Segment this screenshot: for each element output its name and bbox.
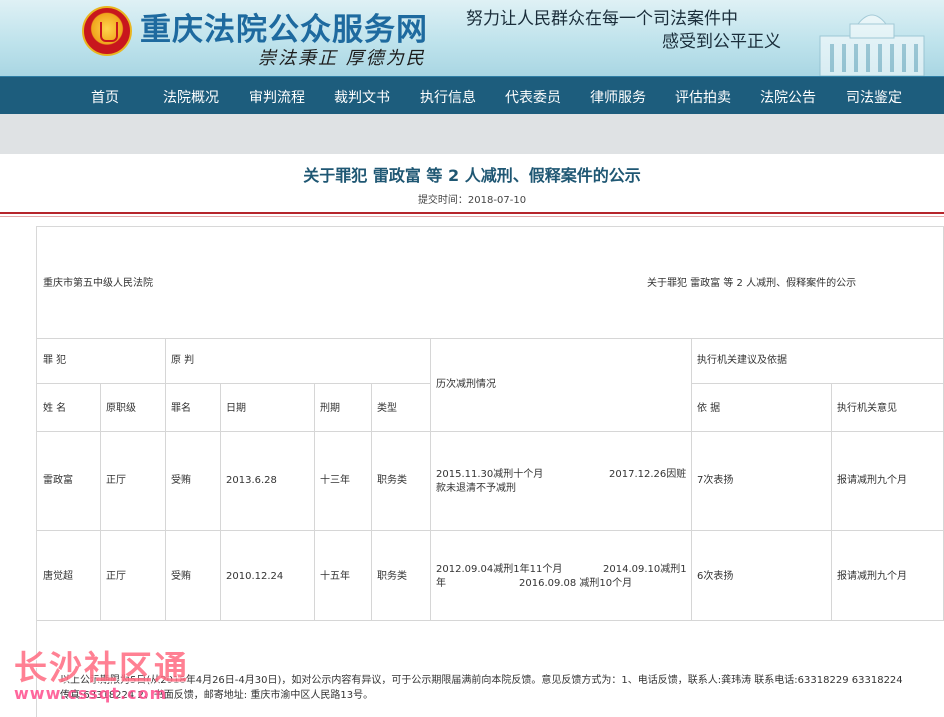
row1-history-c: 款未退清不予减刑 — [436, 483, 516, 494]
site-motto: 崇法秉正 厚德为民 — [258, 48, 426, 69]
col-type: 类型 — [377, 403, 397, 414]
table-rule — [37, 338, 944, 339]
nav-item-lawyer-service[interactable]: 律师服务 — [590, 87, 646, 107]
court-name: 重庆市第五中级人民法院 — [43, 278, 153, 289]
nav-item-execution-info[interactable]: 执行信息 — [420, 87, 476, 107]
site-banner: 重庆法院公众服务网 崇法秉正 厚德为民 努力让人民群众在每一个司法案件中 感受到… — [0, 0, 944, 76]
page: 重庆法院公众服务网 崇法秉正 厚德为民 努力让人民群众在每一个司法案件中 感受到… — [0, 0, 944, 717]
row2-type: 职务类 — [377, 571, 407, 582]
row2-history-b: 2014.09.10减刑1 — [603, 564, 687, 575]
row1-term: 十三年 — [320, 475, 350, 486]
col-basis: 依 据 — [697, 403, 721, 414]
header-agency: 执行机关建议及依据 — [697, 355, 787, 366]
row1-date: 2013.6.28 — [226, 475, 277, 486]
nav-item-home[interactable]: 首页 — [91, 87, 119, 107]
nav-item-representatives[interactable]: 代表委员 — [505, 87, 561, 107]
header-original-sentence: 原 判 — [171, 355, 195, 366]
watermark-logo: 长沙社区通 — [14, 648, 189, 687]
col-name: 姓 名 — [43, 403, 67, 414]
row1-history-a: 2015.11.30减刑十个月 — [436, 469, 544, 480]
slogan-line2: 感受到公平正义 — [662, 32, 781, 52]
court-emblem-icon — [82, 6, 132, 56]
table-rule — [691, 383, 944, 384]
table-rule — [220, 383, 221, 620]
table-rule — [691, 338, 692, 620]
table-rule — [37, 620, 944, 621]
row1-history-b: 2017.12.26因赃 — [609, 469, 687, 480]
nav-item-trial-process[interactable]: 审判流程 — [249, 87, 305, 107]
title-divider-thin — [0, 216, 944, 217]
row2-rank: 正厅 — [106, 571, 126, 582]
table-rule — [831, 383, 832, 620]
document-title: 关于罪犯 雷政富 等 2 人减刑、假释案件的公示 — [303, 166, 641, 185]
row1-opinion: 报请减刑九个月 — [837, 475, 907, 486]
table-rule — [37, 530, 944, 531]
col-opinion: 执行机关意见 — [837, 403, 897, 414]
row1-crime: 受贿 — [171, 475, 191, 486]
site-title[interactable]: 重庆法院公众服务网 — [140, 4, 428, 49]
col-term: 刑期 — [320, 403, 340, 414]
col-crime: 罪名 — [171, 403, 191, 414]
row2-history-c: 年 — [436, 578, 446, 589]
row2-name: 唐觉超 — [43, 571, 73, 582]
row2-date: 2010.12.24 — [226, 571, 284, 582]
nav-item-court-overview[interactable]: 法院概况 — [163, 87, 219, 107]
row1-rank: 正厅 — [106, 475, 126, 486]
row1-name: 雷政富 — [43, 475, 73, 486]
notice-title: 关于罪犯 雷政富 等 2 人减刑、假释案件的公示 — [647, 278, 857, 289]
row2-history-d: 2016.09.08 减刑10个月 — [519, 578, 633, 589]
row1-type: 职务类 — [377, 475, 407, 486]
row2-term: 十五年 — [320, 571, 350, 582]
table-rule — [430, 338, 431, 620]
row2-history-a: 2012.09.04减刑1年11个月 — [436, 564, 563, 575]
row2-opinion: 报请减刑九个月 — [837, 571, 907, 582]
row2-crime: 受贿 — [171, 571, 191, 582]
watermark-url: www.cssqt.com — [14, 684, 168, 703]
main-nav: 首页 法院概况 审判流程 裁判文书 执行信息 代表委员 律师服务 评估拍卖 法院… — [0, 76, 944, 114]
table-rule — [37, 431, 944, 432]
col-former-rank: 原职级 — [106, 403, 136, 414]
header-criminal: 罪 犯 — [43, 355, 67, 366]
row1-basis: 7次表扬 — [697, 475, 734, 486]
submit-time: 提交时间：2018-07-10 — [417, 195, 527, 206]
table-rule — [165, 338, 166, 620]
court-building-icon — [819, 14, 925, 76]
header-history: 历次减刑情况 — [436, 379, 496, 390]
content-top-strip — [0, 114, 944, 154]
table-rule — [100, 383, 101, 620]
row2-basis: 6次表扬 — [697, 571, 734, 582]
nav-item-judgments[interactable]: 裁判文书 — [334, 87, 390, 107]
title-divider — [0, 212, 944, 214]
table-rule — [371, 383, 372, 620]
col-date: 日期 — [226, 403, 246, 414]
nav-item-announcements[interactable]: 法院公告 — [760, 87, 816, 107]
nav-item-auction[interactable]: 评估拍卖 — [675, 87, 731, 107]
slogan-line1: 努力让人民群众在每一个司法案件中 — [466, 9, 738, 29]
table-rule — [314, 383, 315, 620]
nav-item-forensics[interactable]: 司法鉴定 — [846, 87, 902, 107]
